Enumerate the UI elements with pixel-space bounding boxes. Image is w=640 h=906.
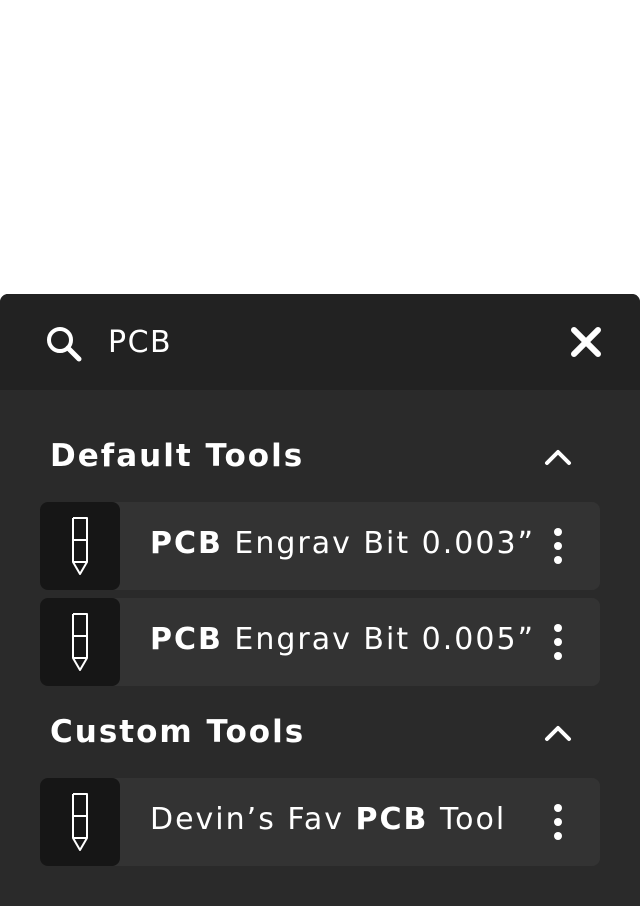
section-header-default-tools[interactable]: Default Tools (0, 426, 640, 486)
engraving-bit-icon (72, 793, 88, 851)
chevron-up-icon[interactable] (540, 440, 576, 476)
close-icon[interactable] (568, 324, 604, 360)
tool-label-rest: Engrav Bit 0.003” (222, 526, 536, 561)
tool-thumbnail (40, 502, 120, 590)
tool-row[interactable]: Devin’s Fav PCB Tool (40, 778, 600, 866)
engraving-bit-icon (72, 613, 88, 671)
tool-label: Devin’s Fav PCB Tool (150, 802, 506, 837)
chevron-up-icon[interactable] (540, 716, 576, 752)
section-title: Default Tools (50, 438, 305, 474)
tool-label: PCB Engrav Bit 0.003” (150, 526, 535, 561)
match-highlight: PCB (150, 526, 223, 561)
tool-thumbnail (40, 598, 120, 686)
tool-label: PCB Engrav Bit 0.005” (150, 622, 535, 657)
more-vertical-icon[interactable] (546, 622, 570, 662)
engraving-bit-icon (72, 517, 88, 575)
search-bar (0, 294, 640, 390)
section-header-custom-tools[interactable]: Custom Tools (0, 702, 640, 762)
more-vertical-icon[interactable] (546, 526, 570, 566)
tool-row[interactable]: PCB Engrav Bit 0.003” (40, 502, 600, 590)
tool-thumbnail (40, 778, 120, 866)
more-vertical-icon[interactable] (546, 802, 570, 842)
section-title: Custom Tools (50, 714, 306, 750)
search-icon (47, 327, 82, 362)
search-input[interactable] (108, 320, 528, 364)
tool-label-rest: Tool (428, 802, 507, 837)
tool-label-rest: Engrav Bit 0.005” (222, 622, 536, 657)
tool-row[interactable]: PCB Engrav Bit 0.005” (40, 598, 600, 686)
match-highlight: PCB (150, 622, 223, 657)
tool-search-panel: Default Tools PCB Engrav Bit 0.003” (0, 294, 640, 906)
tool-label-prefix: Devin’s Fav (150, 802, 356, 837)
match-highlight: PCB (355, 802, 429, 837)
